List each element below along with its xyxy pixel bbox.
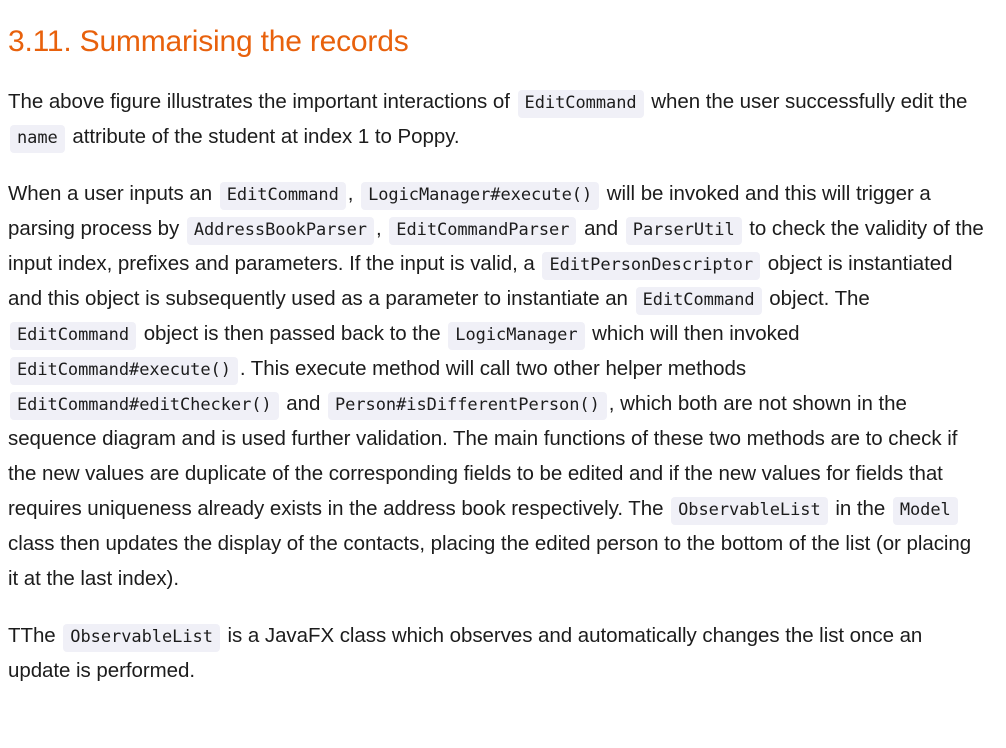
paragraph-text: TThe <box>8 624 62 647</box>
paragraph-text: which will then invoked <box>586 322 800 345</box>
inline-code-chip: AddressBookParser <box>186 217 374 245</box>
document-page: 3.11. Summarising the records The above … <box>0 0 1006 688</box>
paragraph-text: and <box>280 392 326 415</box>
paragraph-text: The above figure illustrates the importa… <box>8 90 516 113</box>
page-title: 3.11. Summarising the records <box>8 25 409 58</box>
inline-code-chip: LogicManager#execute() <box>361 182 600 210</box>
inline-code-chip: LogicManager <box>448 322 585 350</box>
paragraph-p3: TThe ObservableList is a JavaFX class wh… <box>8 618 984 688</box>
inline-code-chip: ObservableList <box>671 497 828 525</box>
paragraph-text: class then updates the display of the co… <box>8 532 972 590</box>
inline-code-chip: EditPersonDescriptor <box>542 252 761 280</box>
inline-code-chip: EditCommandParser <box>389 217 577 245</box>
inline-code-chip: Model <box>892 497 958 525</box>
inline-code-chip: EditCommand <box>517 90 644 118</box>
inline-code-chip: ObservableList <box>63 624 220 652</box>
document-body: The above figure illustrates the importa… <box>8 84 984 688</box>
paragraph-text: , <box>375 217 388 240</box>
paragraph-text: in the <box>829 497 891 520</box>
inline-code-chip: EditCommand#execute() <box>10 357 238 385</box>
paragraph-text: attribute of the student at index 1 to P… <box>66 125 460 148</box>
paragraph-p1: The above figure illustrates the importa… <box>8 84 984 154</box>
paragraph-p2: When a user inputs an EditCommand, Logic… <box>8 176 984 596</box>
paragraph-text: and <box>578 217 624 240</box>
inline-code-chip: EditCommand <box>219 182 346 210</box>
inline-code-chip: EditCommand#editChecker() <box>10 392 279 420</box>
paragraph-text: When a user inputs an <box>8 182 218 205</box>
paragraph-text: . This execute method will call two othe… <box>239 357 747 380</box>
paragraph-text: object. The <box>763 287 870 310</box>
inline-code-chip: Person#isDifferentPerson() <box>327 392 607 420</box>
inline-code-chip: ParserUtil <box>625 217 742 245</box>
paragraph-text: object is then passed back to the <box>138 322 447 345</box>
inline-code-chip: EditCommand <box>635 287 762 315</box>
inline-code-chip: EditCommand <box>10 322 137 350</box>
inline-code-chip: name <box>10 125 65 153</box>
paragraph-text: , <box>347 182 360 205</box>
paragraph-text: when the user successfully edit the <box>645 90 968 113</box>
